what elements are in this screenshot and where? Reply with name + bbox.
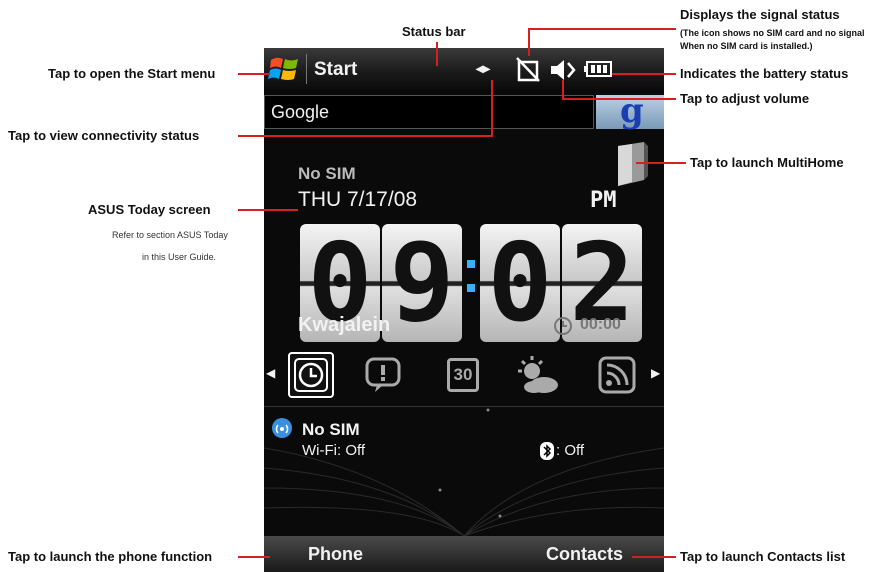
multihome-icon[interactable] xyxy=(616,142,650,186)
scroll-left-arrow[interactable]: ◀ xyxy=(266,366,275,380)
status-bar[interactable]: Start ◂▸ xyxy=(264,48,664,91)
clock-icon[interactable] xyxy=(288,352,334,398)
calendar-day: 30 xyxy=(447,358,479,392)
clock-colon xyxy=(467,260,475,292)
google-search-button[interactable]: g xyxy=(596,91,664,131)
start-callout: Tap to open the Start menu xyxy=(48,66,216,81)
phone-callout: Tap to launch the phone function xyxy=(8,549,213,564)
phone-screen: Start ◂▸ Google g No SIM THU 7/17/08 PM … xyxy=(264,48,664,572)
signal-note-2: When no SIM card is installed.) xyxy=(680,41,813,51)
volume-icon[interactable] xyxy=(549,58,577,82)
hour-ones-digit: 9 xyxy=(382,221,462,346)
connectivity-line-v xyxy=(491,80,493,137)
divider xyxy=(264,406,664,407)
today-note-2: in this User Guide. xyxy=(142,252,217,262)
bluetooth-icon xyxy=(540,442,554,460)
signal-line-h xyxy=(528,28,676,30)
city-text[interactable]: Kwajalein xyxy=(298,314,390,337)
weather-icon[interactable] xyxy=(514,352,560,398)
today-callout: ASUS Today screen xyxy=(88,202,211,217)
volume-line-v xyxy=(562,80,564,100)
sim-status-text: No SIM xyxy=(298,164,356,183)
connectivity-status-icon[interactable] xyxy=(272,418,292,438)
battery-line xyxy=(612,73,676,75)
battery-icon xyxy=(584,60,612,78)
separator xyxy=(306,54,307,84)
alarm-clock-icon[interactable] xyxy=(552,314,574,336)
connectivity-callout: Tap to view connectivity status xyxy=(8,128,200,143)
phone-softkey[interactable]: Phone xyxy=(308,544,363,565)
connectivity-line-h xyxy=(238,135,493,137)
scroll-right-arrow[interactable]: ▶ xyxy=(651,366,660,380)
start-label[interactable]: Start xyxy=(314,59,357,81)
battery-callout: Indicates the battery status xyxy=(680,66,849,81)
status-bar-callout: Status bar xyxy=(402,24,466,39)
ampm-text: PM xyxy=(590,188,617,213)
google-search-icon: g xyxy=(620,91,644,131)
connectivity-title[interactable]: No SIM xyxy=(302,420,360,440)
volume-line-h xyxy=(562,98,676,100)
contacts-line xyxy=(632,556,676,558)
connectivity-icon[interactable]: ◂▸ xyxy=(476,60,490,77)
no-signal-icon[interactable] xyxy=(516,56,540,82)
signal-note-1: (The icon shows no SIM card and no signa… xyxy=(680,28,865,38)
contacts-callout: Tap to launch Contacts list xyxy=(680,549,846,564)
bluetooth-status: : Off xyxy=(556,442,585,459)
date-text: THU 7/17/08 xyxy=(298,188,418,211)
windows-start-icon[interactable] xyxy=(268,54,302,84)
status-bar-line xyxy=(436,42,438,66)
today-note-1: Refer to section ASUS Today xyxy=(112,230,228,240)
minute-tens-digit: 0 xyxy=(480,221,560,346)
notification-icon[interactable] xyxy=(360,352,406,398)
search-input-value: Google xyxy=(271,102,330,122)
search-input[interactable]: Google xyxy=(264,95,594,129)
multihome-callout: Tap to launch MultiHome xyxy=(690,155,844,170)
alarm-time-text: 00:00 xyxy=(580,316,621,333)
start-line xyxy=(238,73,270,75)
signal-callout: Displays the signal status xyxy=(680,7,840,22)
today-line xyxy=(238,209,298,211)
volume-callout: Tap to adjust volume xyxy=(680,91,810,106)
phone-line xyxy=(238,556,270,558)
signal-line-v xyxy=(528,28,530,56)
calendar-icon[interactable]: 30 xyxy=(440,352,486,398)
multihome-line xyxy=(636,162,686,164)
rss-icon[interactable] xyxy=(594,352,640,398)
wifi-status: Wi-Fi: Off xyxy=(302,442,366,459)
contacts-softkey[interactable]: Contacts xyxy=(546,544,623,565)
softkey-bar: Phone Contacts xyxy=(264,536,664,572)
